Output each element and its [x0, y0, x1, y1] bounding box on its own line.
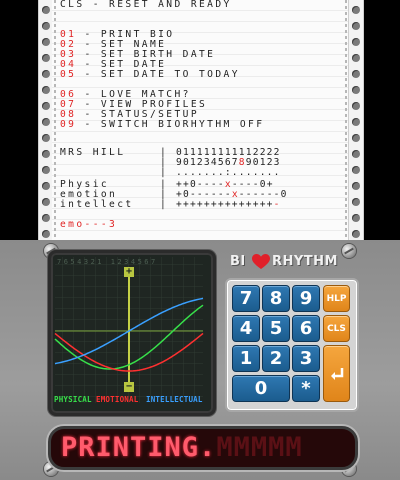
profile-name: MRS HILL [60, 147, 126, 158]
sprocket-hole [352, 134, 360, 142]
sprocket-hole [42, 86, 50, 94]
led-display: PRINTING.MMMMM [48, 426, 358, 470]
intellect-row: ++++++++++++++- [176, 199, 281, 210]
printout-header: CLS - RESET AND READY [60, 0, 232, 10]
sprocket-hole [352, 150, 360, 158]
sprocket-hole [42, 70, 50, 78]
keypad: 7 8 9 HLP 4 5 6 CLS 1 2 3 0 * [225, 278, 359, 412]
legend-intellectual: INTELLECTUAL [146, 395, 203, 404]
enter-icon [330, 367, 343, 380]
key-1[interactable]: 1 [232, 345, 260, 372]
sprocket-hole [42, 22, 50, 30]
legend-emotional: EMOTIONAL [96, 395, 139, 404]
sprocket-hole [352, 166, 360, 174]
key-4[interactable]: 4 [232, 315, 260, 342]
enter-button[interactable] [323, 345, 350, 402]
sprocket-hole [42, 134, 50, 142]
sprocket-hole [42, 38, 50, 46]
sprocket-hole [42, 230, 50, 238]
sprocket-hole [352, 86, 360, 94]
sprocket-hole [352, 22, 360, 30]
scope-scale: 7654321 1234567 [57, 258, 158, 266]
sprocket-hole [42, 182, 50, 190]
row-label-intellect: intellect [60, 199, 134, 210]
key-star[interactable]: * [292, 375, 320, 402]
key-7[interactable]: 7 [232, 285, 260, 312]
menu-item-set-date-today: 05 - SET DATE TO TODAY [60, 69, 240, 80]
sprocket-hole [352, 214, 360, 222]
sprocket-hole [42, 198, 50, 206]
key-9[interactable]: 9 [292, 285, 320, 312]
clear-button[interactable]: CLS [323, 315, 350, 342]
biorhythm-logo: BI RHYTHM [222, 254, 350, 272]
right-tractor-strip [348, 0, 364, 240]
column-divider: | [160, 199, 169, 210]
key-5[interactable]: 5 [262, 315, 290, 342]
logo-text-left: BI [230, 254, 246, 269]
sprocket-hole [352, 102, 360, 110]
key-3[interactable]: 3 [292, 345, 320, 372]
sprocket-hole [352, 38, 360, 46]
sprocket-hole [42, 166, 50, 174]
right-perforation [345, 0, 347, 240]
biorhythm-scope: 7654321 1234567 + − [48, 250, 216, 416]
sprocket-hole [352, 198, 360, 206]
help-button[interactable]: HLP [323, 285, 350, 312]
plus-icon: + [124, 266, 134, 277]
key-8[interactable]: 8 [262, 285, 290, 312]
sprocket-hole [352, 54, 360, 62]
dots-row: .......:....... [176, 167, 281, 178]
result-line: emo---3 [60, 219, 118, 230]
sprocket-hole [42, 6, 50, 14]
menu-item-switch-off: 09 - SWITCH BIORHYTHM OFF [60, 119, 265, 130]
key-2[interactable]: 2 [262, 345, 290, 372]
legend-physical: PHYSICAL [54, 395, 92, 404]
logo-text-right: RHYTHM [272, 254, 338, 269]
key-6[interactable]: 6 [292, 315, 320, 342]
display-text: PRINTING.MMMMM [61, 432, 303, 463]
sprocket-hole [352, 6, 360, 14]
key-0[interactable]: 0 [232, 375, 290, 402]
printer-paper-screen: CLS - RESET AND READY 01 - PRINT BIO 02 … [0, 0, 400, 240]
sprocket-hole [352, 118, 360, 126]
sprocket-hole [42, 214, 50, 222]
sprocket-hole [42, 102, 50, 110]
sprocket-hole [352, 70, 360, 78]
sprocket-hole [42, 54, 50, 62]
printout-paper: CLS - RESET AND READY 01 - PRINT BIO 02 … [52, 0, 348, 240]
sprocket-hole [352, 182, 360, 190]
left-perforation [54, 0, 56, 240]
sprocket-hole [42, 150, 50, 158]
sprocket-hole [352, 230, 360, 238]
sprocket-hole [42, 118, 50, 126]
heart-icon [252, 254, 270, 269]
minus-icon: − [124, 381, 134, 392]
column-divider: | [160, 167, 169, 178]
